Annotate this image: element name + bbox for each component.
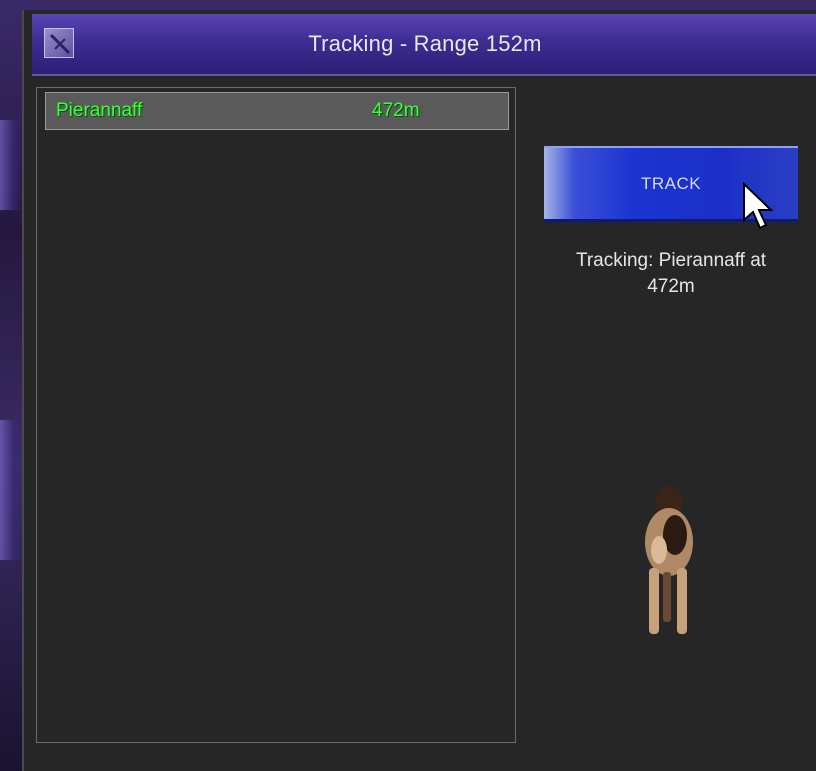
tracking-list[interactable]: Pierannaff 472m: [36, 87, 516, 743]
tracking-status-line: Tracking: Pierannaff at: [575, 250, 767, 271]
tracking-status-distance: 472m: [647, 276, 695, 297]
list-item[interactable]: Pierannaff 472m: [45, 92, 509, 130]
background-streak: [0, 120, 22, 210]
cursor-icon: [743, 182, 774, 230]
background-streak: [0, 420, 22, 560]
tracking-window: Tracking - Range 152m Pierannaff 472m TR…: [22, 10, 816, 771]
title-bar[interactable]: Tracking - Range 152m: [32, 14, 816, 76]
window-title: Tracking - Range 152m: [308, 31, 542, 56]
tracking-status: Tracking: Pierannaff at 472m: [524, 248, 816, 300]
target-distance: 472m: [372, 100, 420, 121]
target-name: Pierannaff: [56, 100, 143, 121]
animal-figure: [645, 486, 693, 634]
